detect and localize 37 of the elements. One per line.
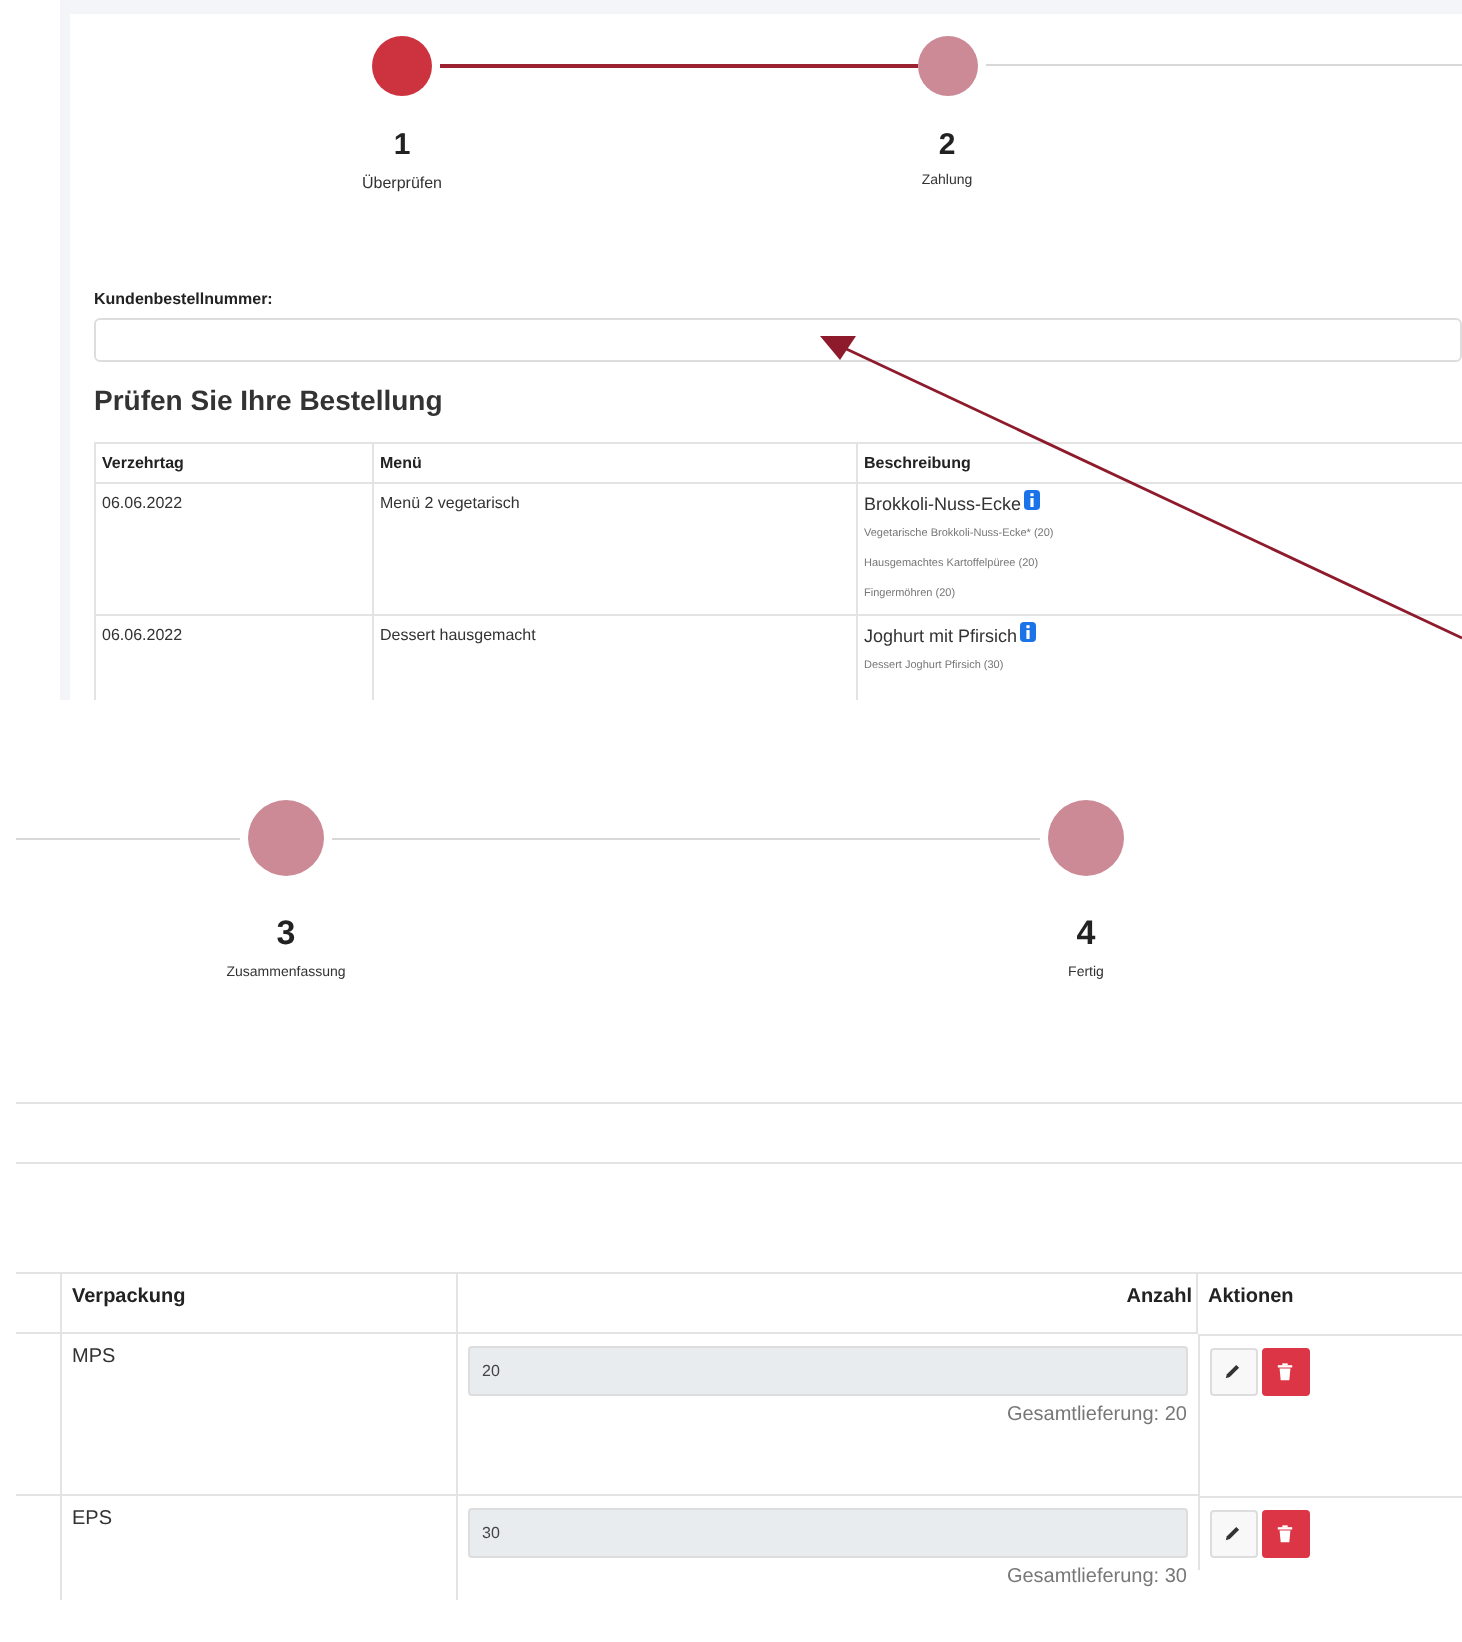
step-number: 2 (938, 128, 956, 162)
column-header: Anzahl (457, 1273, 1197, 1333)
trash-icon (1276, 1523, 1294, 1543)
edit-button[interactable] (1209, 1509, 1257, 1557)
column-header: Menü (373, 443, 857, 483)
total-delivery: Gesamtlieferung: 20 (1004, 1404, 1187, 1426)
step-circle[interactable] (372, 36, 432, 96)
step-label: Überprüfen (361, 174, 443, 192)
step-circle[interactable] (1048, 800, 1124, 876)
column-header: Beschreibung (857, 443, 1462, 483)
delete-button[interactable] (1261, 1509, 1309, 1557)
table-cell: EPS (61, 1495, 457, 1600)
info-icon[interactable] (1019, 622, 1036, 642)
info-icon[interactable] (1023, 490, 1040, 510)
step-number: 1 (393, 128, 411, 162)
pencil-icon (1224, 1524, 1242, 1542)
field-label: Kundenbestellnummer: (94, 290, 275, 308)
dish-name: Brokkoli-Nuss-Ecke (864, 494, 1022, 514)
step-number: 4 (1076, 914, 1096, 954)
step-circle[interactable] (917, 36, 977, 96)
delete-button[interactable] (1261, 1347, 1309, 1395)
trash-icon (1276, 1361, 1294, 1381)
table-cell: Menü 2 vegetarisch (373, 483, 857, 615)
total-delivery: Gesamtlieferung: 30 (1004, 1566, 1187, 1588)
section-heading: Prüfen Sie Ihre Bestellung (94, 384, 445, 416)
pencil-icon (1224, 1362, 1242, 1380)
edit-button[interactable] (1209, 1347, 1257, 1395)
step-circle[interactable] (248, 800, 324, 876)
column-header: Aktionen (1197, 1273, 1462, 1333)
table-cell: MPS (61, 1333, 457, 1495)
table-cell: 06.06.2022 (95, 615, 373, 700)
dish-name: Joghurt mit Pfirsich (864, 626, 1018, 646)
step-number: 3 (276, 914, 296, 954)
column-header: Verpackung (61, 1273, 457, 1333)
table-cell: 06.06.2022 (95, 483, 373, 615)
column-header: Verzehrtag (95, 443, 373, 483)
order-number-field[interactable] (94, 318, 1462, 362)
